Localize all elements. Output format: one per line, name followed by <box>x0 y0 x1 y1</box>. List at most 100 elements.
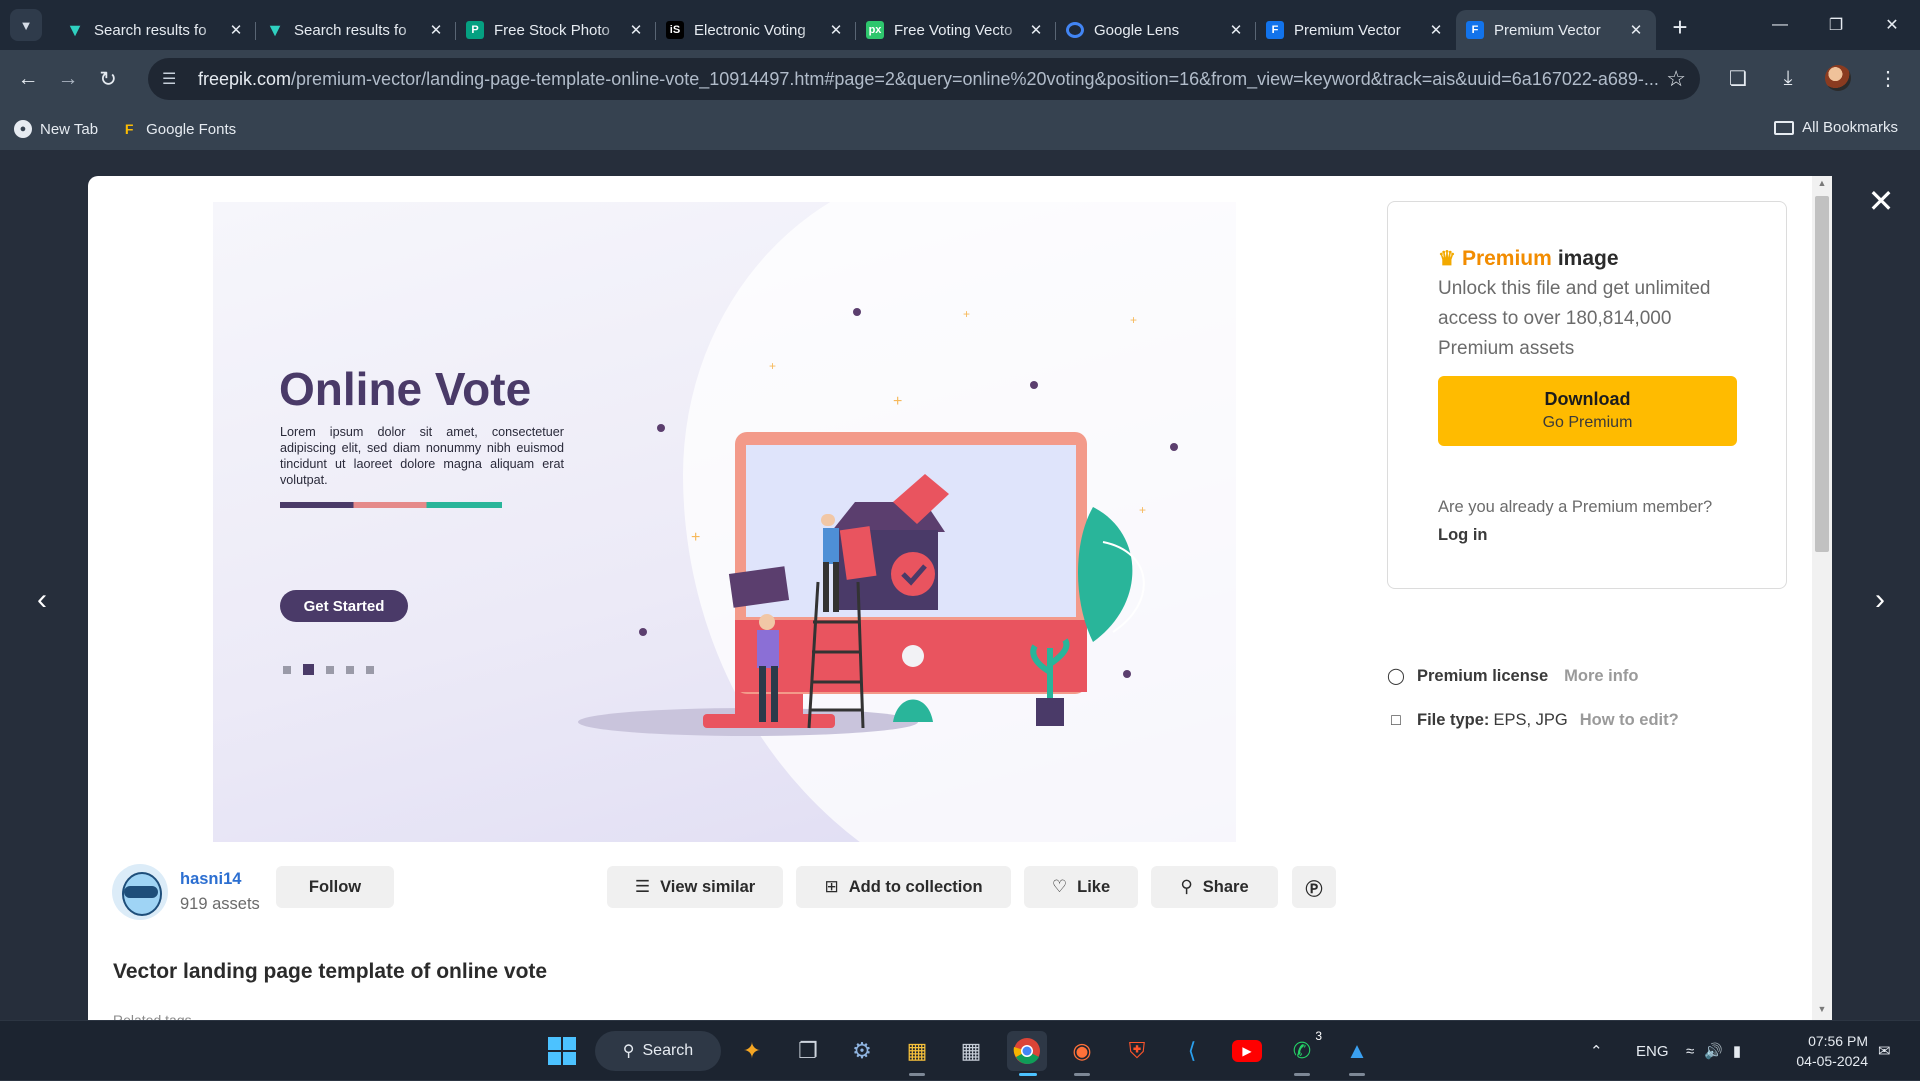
volume-icon: 🔊 <box>1704 1043 1723 1060</box>
notification-badge: 3 <box>1315 1029 1322 1043</box>
tab-3[interactable]: P Free Stock Photo ✕ <box>456 10 656 50</box>
extensions-icon[interactable]: ❏ <box>1722 58 1754 98</box>
heart-icon: ♡ <box>1051 877 1068 896</box>
close-icon[interactable]: ✕ <box>1226 21 1246 39</box>
svg-text:+: + <box>691 529 700 546</box>
reload-icon[interactable]: ↻ <box>88 59 128 99</box>
folder-plus-icon: ⊞ <box>824 877 839 896</box>
photos-icon[interactable]: ▲ <box>1337 1031 1377 1071</box>
tab-title: Search results fo <box>94 21 207 39</box>
close-icon[interactable]: ✕ <box>1426 21 1446 39</box>
tab-1[interactable]: ▼ Search results fo ✕ <box>56 10 256 50</box>
freepik-v-icon: ▼ <box>66 19 84 40</box>
url-text: freepik.com/premium-vector/landing-page-… <box>198 68 1659 89</box>
follow-button[interactable]: Follow <box>276 866 394 908</box>
like-button[interactable]: ♡ Like <box>1024 866 1138 908</box>
file-type-row: □ File type: EPS, JPG How to edit? <box>1387 711 1679 730</box>
close-icon[interactable]: ✕ <box>1626 21 1646 39</box>
file-explorer-icon[interactable]: ▦ <box>897 1031 937 1071</box>
back-arrow-icon[interactable]: ← <box>8 59 48 99</box>
how-to-edit-link[interactable]: How to edit? <box>1580 711 1679 730</box>
notifications-bell-icon[interactable]: ✉ <box>1878 1021 1891 1081</box>
minimize-icon[interactable]: — <box>1752 0 1808 50</box>
next-arrow-icon[interactable]: › <box>1860 580 1900 620</box>
author-name-link[interactable]: hasni14 <box>180 870 260 889</box>
file-icon: □ <box>1391 711 1401 729</box>
task-view-icon[interactable]: ❐ <box>788 1031 828 1071</box>
firefox-icon[interactable]: ◉ <box>1062 1031 1102 1071</box>
windows-taskbar: ⚲ Search ✦ ❐ ⚙ ▦ ▦ ◉ ⛨ ⟨ ▶ ✆ 3 ▲ ⌃ ENG ≈ … <box>0 1020 1920 1080</box>
member-question: Are you already a Premium member? <box>1438 498 1713 516</box>
pixabay-icon: px <box>866 21 884 39</box>
svg-text:+: + <box>1139 503 1146 517</box>
clock[interactable]: 07:56 PM 04-05-2024 <box>1796 1031 1868 1071</box>
close-icon[interactable]: ✕ <box>826 21 846 39</box>
svg-text:+: + <box>963 307 970 321</box>
vscode-icon[interactable]: ⟨ <box>1172 1031 1212 1071</box>
restore-icon[interactable]: ❐ <box>1808 0 1864 50</box>
windows-start-icon[interactable] <box>542 1031 582 1071</box>
asset-title: Vector landing page template of online v… <box>113 960 548 983</box>
close-window-icon[interactable]: ✕ <box>1864 0 1920 50</box>
login-link[interactable]: Log in <box>1438 526 1487 545</box>
whatsapp-icon[interactable]: ✆ 3 <box>1282 1029 1322 1071</box>
bookmark-star-icon[interactable]: ☆ <box>1666 66 1686 92</box>
copilot-icon[interactable]: ✦ <box>732 1031 772 1071</box>
browser-toolbar: ← → ↻ ☰ freepik.com/premium-vector/landi… <box>0 50 1920 108</box>
download-button[interactable]: Download Go Premium <box>1438 376 1737 446</box>
tab-title: Google Lens <box>1094 21 1180 39</box>
pinterest-button[interactable]: Ⓟ <box>1292 866 1336 908</box>
view-similar-button[interactable]: ☰ View similar <box>607 866 783 908</box>
youtube-icon[interactable]: ▶ <box>1227 1031 1267 1071</box>
address-bar[interactable]: ☰ freepik.com/premium-vector/landing-pag… <box>148 58 1700 100</box>
shield-check-icon: ◯ <box>1387 668 1405 685</box>
author-avatar[interactable] <box>112 864 168 920</box>
system-tray[interactable]: ≈ 🔊 ▮ <box>1686 1021 1741 1081</box>
tab-4[interactable]: iS Electronic Voting ✕ <box>656 10 856 50</box>
more-info-link[interactable]: More info <box>1564 667 1638 686</box>
brave-icon[interactable]: ⛨ <box>1117 1031 1157 1071</box>
chrome-icon[interactable] <box>1007 1031 1047 1071</box>
profile-avatar[interactable] <box>1822 58 1854 98</box>
settings-gear-icon[interactable]: ⚙ <box>842 1031 882 1071</box>
tab-title: Free Voting Vecto <box>894 21 1013 39</box>
add-to-collection-button[interactable]: ⊞ Add to collection <box>796 866 1011 908</box>
tab-6[interactable]: Google Lens ✕ <box>1056 10 1256 50</box>
tab-7[interactable]: F Premium Vector ✕ <box>1256 10 1456 50</box>
site-settings-icon[interactable]: ☰ <box>162 69 184 89</box>
calculator-icon[interactable]: ▦ <box>951 1031 991 1071</box>
tab-strip: ▼ ▼ Search results fo ✕ ▼ Search results… <box>0 0 1920 50</box>
share-button[interactable]: ⚲ Share <box>1151 866 1278 908</box>
tab-title: Search results fo <box>294 21 407 39</box>
all-bookmarks[interactable]: All Bookmarks <box>1774 119 1898 136</box>
close-icon[interactable]: ✕ <box>1026 21 1046 39</box>
language-indicator[interactable]: ENG <box>1636 1021 1669 1081</box>
close-icon[interactable]: ✕ <box>226 21 246 39</box>
bookmark-google-fonts[interactable]: F Google Fonts <box>120 120 236 138</box>
scroll-down-arrow-icon[interactable]: ▼ <box>1815 1004 1829 1018</box>
forward-arrow-icon[interactable]: → <box>48 59 88 99</box>
premium-description: Unlock this file and get unlimited acces… <box>1438 278 1711 359</box>
tab-5[interactable]: px Free Voting Vecto ✕ <box>856 10 1056 50</box>
tab-search-menu-button[interactable]: ▼ <box>10 9 42 41</box>
close-icon[interactable]: ✕ <box>626 21 646 39</box>
taskbar-search[interactable]: ⚲ Search <box>595 1031 721 1071</box>
tab-2[interactable]: ▼ Search results fo ✕ <box>256 10 456 50</box>
close-modal-icon[interactable]: ✕ <box>1866 183 1896 219</box>
tab-title: Free Stock Photo <box>494 21 610 39</box>
new-tab-button[interactable]: + <box>1662 9 1698 45</box>
bookmark-new-tab[interactable]: ● New Tab <box>14 120 98 138</box>
tab-8-active[interactable]: F Premium Vector ✕ <box>1456 10 1656 50</box>
related-tags-heading: Related tags <box>113 1012 192 1020</box>
kebab-menu-icon[interactable]: ⋮ <box>1872 58 1904 98</box>
license-row: ◯ Premium license More info <box>1387 666 1639 686</box>
previous-arrow-icon[interactable]: ‹ <box>22 580 62 620</box>
globe-icon: ● <box>14 120 32 138</box>
svg-text:+: + <box>769 359 776 373</box>
show-hidden-icons[interactable]: ⌃ <box>1590 1021 1603 1081</box>
scroll-up-arrow-icon[interactable]: ▲ <box>1815 178 1829 192</box>
close-icon[interactable]: ✕ <box>426 21 446 39</box>
google-lens-icon <box>1066 22 1084 38</box>
download-icon[interactable]: ⤓ <box>1772 58 1804 98</box>
scrollbar-thumb[interactable] <box>1815 196 1829 552</box>
